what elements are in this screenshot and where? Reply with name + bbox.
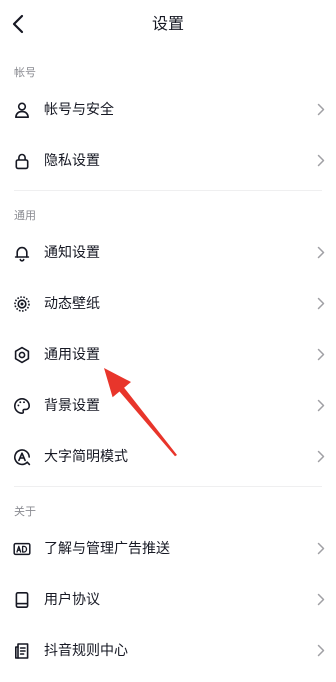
settings-item-label: 抖音规则中心	[44, 642, 128, 659]
settings-item-ad-preferences[interactable]: 了解与管理广告推送	[0, 523, 336, 574]
section-divider	[0, 482, 336, 490]
chevron-left-icon	[12, 14, 24, 34]
user-icon	[13, 101, 31, 119]
chevron-right-icon	[317, 297, 325, 310]
bell-icon	[13, 244, 31, 262]
settings-item-large-font-mode[interactable]: 大字简明模式	[0, 431, 336, 482]
settings-item-account-security[interactable]: 帐号与安全	[0, 84, 336, 135]
settings-item-label: 通用设置	[44, 346, 100, 363]
chevron-right-icon	[317, 542, 325, 555]
settings-item-label: 隐私设置	[44, 152, 100, 169]
chevron-right-icon	[317, 644, 325, 657]
settings-item-label: 用户协议	[44, 591, 100, 608]
settings-page: 设置 帐号 帐号与安全 隐私设置 通用 通知设置 动态壁纸 通用设置 背景设置 …	[0, 0, 336, 682]
chevron-right-icon	[317, 593, 325, 606]
section-divider	[0, 186, 336, 194]
back-button[interactable]	[9, 12, 27, 36]
settings-item-label: 通知设置	[44, 244, 100, 261]
settings-item-rules-center[interactable]: 抖音规则中心	[0, 625, 336, 676]
chevron-right-icon	[317, 103, 325, 116]
header: 设置	[0, 0, 336, 51]
gear-icon	[13, 346, 31, 364]
settings-item-label: 帐号与安全	[44, 101, 114, 118]
settings-item-general-settings[interactable]: 通用设置	[0, 329, 336, 380]
document-icon	[13, 642, 31, 660]
page-title: 设置	[151, 14, 184, 33]
large-font-icon	[13, 448, 31, 466]
settings-item-label: 了解与管理广告推送	[44, 540, 170, 557]
chevron-right-icon	[317, 348, 325, 361]
section-label-account: 帐号	[14, 66, 36, 79]
chevron-right-icon	[317, 399, 325, 412]
section-label-about: 关于	[14, 505, 36, 518]
section-label-general: 通用	[14, 209, 36, 222]
settings-item-label: 动态壁纸	[44, 295, 100, 312]
settings-item-notifications[interactable]: 通知设置	[0, 227, 336, 278]
chevron-right-icon	[317, 246, 325, 259]
settings-item-label: 背景设置	[44, 397, 100, 414]
ad-icon	[13, 540, 31, 558]
settings-item-live-wallpaper[interactable]: 动态壁纸	[0, 278, 336, 329]
chevron-right-icon	[317, 450, 325, 463]
settings-item-label: 大字简明模式	[44, 448, 128, 465]
palette-icon	[13, 397, 31, 415]
settings-item-privacy[interactable]: 隐私设置	[0, 135, 336, 186]
live-wallpaper-icon	[13, 295, 31, 313]
book-icon	[13, 591, 31, 609]
settings-item-user-agreement[interactable]: 用户协议	[0, 574, 336, 625]
settings-item-background[interactable]: 背景设置	[0, 380, 336, 431]
lock-icon	[13, 152, 31, 170]
chevron-right-icon	[317, 154, 325, 167]
